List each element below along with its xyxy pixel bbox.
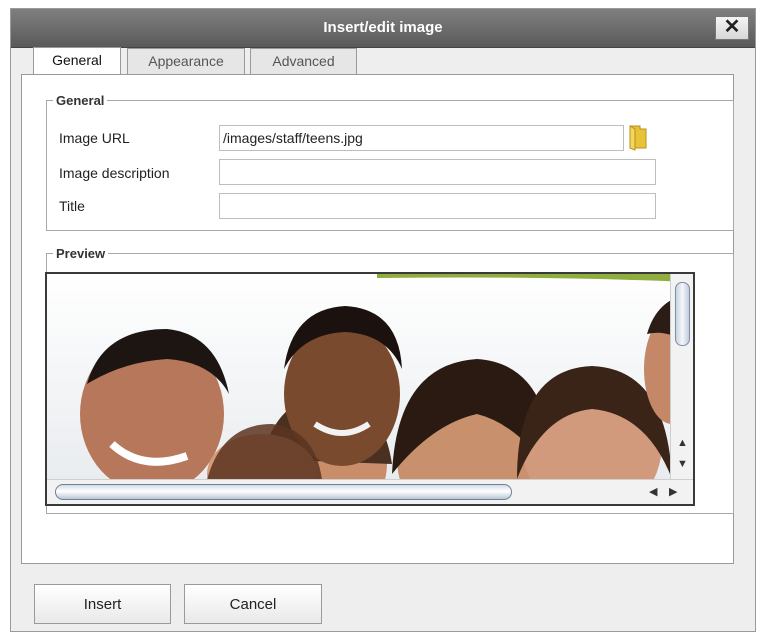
folder-icon[interactable] [626, 123, 650, 151]
horizontal-scroll-thumb[interactable] [55, 484, 512, 500]
preview-vertical-scrollbar[interactable]: ▲ ▼ [670, 274, 693, 480]
vertical-scroll-thumb[interactable] [675, 282, 690, 346]
dialog-title: Insert/edit image [323, 19, 443, 36]
image-url-label: Image URL [59, 130, 130, 146]
tab-advanced[interactable]: Advanced [250, 48, 357, 74]
image-preview-frame: ▲ ▼ ◀ ▶ [45, 272, 695, 506]
scroll-down-arrow-icon[interactable]: ▼ [677, 458, 688, 470]
scroll-left-arrow-icon[interactable]: ◀ [649, 486, 657, 498]
preview-legend: Preview [56, 246, 106, 261]
insert-button[interactable]: Insert [34, 584, 171, 624]
general-legend: General [56, 93, 105, 108]
title-label: Title [59, 198, 85, 214]
tab-general[interactable]: General [33, 47, 121, 75]
image-description-label: Image description [59, 165, 170, 181]
scroll-up-arrow-icon[interactable]: ▲ [677, 437, 688, 449]
title-input[interactable] [219, 193, 656, 219]
image-description-input[interactable] [219, 159, 656, 185]
cancel-button[interactable]: Cancel [184, 584, 322, 624]
dialog-titlebar[interactable]: Insert/edit image ✕ [11, 9, 755, 48]
preview-horizontal-scrollbar[interactable]: ◀ ▶ [47, 479, 693, 504]
close-button[interactable]: ✕ [715, 16, 749, 40]
scroll-right-arrow-icon[interactable]: ▶ [669, 486, 677, 498]
tab-appearance[interactable]: Appearance [127, 48, 245, 74]
preview-image [47, 274, 689, 480]
image-url-input[interactable] [219, 125, 624, 151]
